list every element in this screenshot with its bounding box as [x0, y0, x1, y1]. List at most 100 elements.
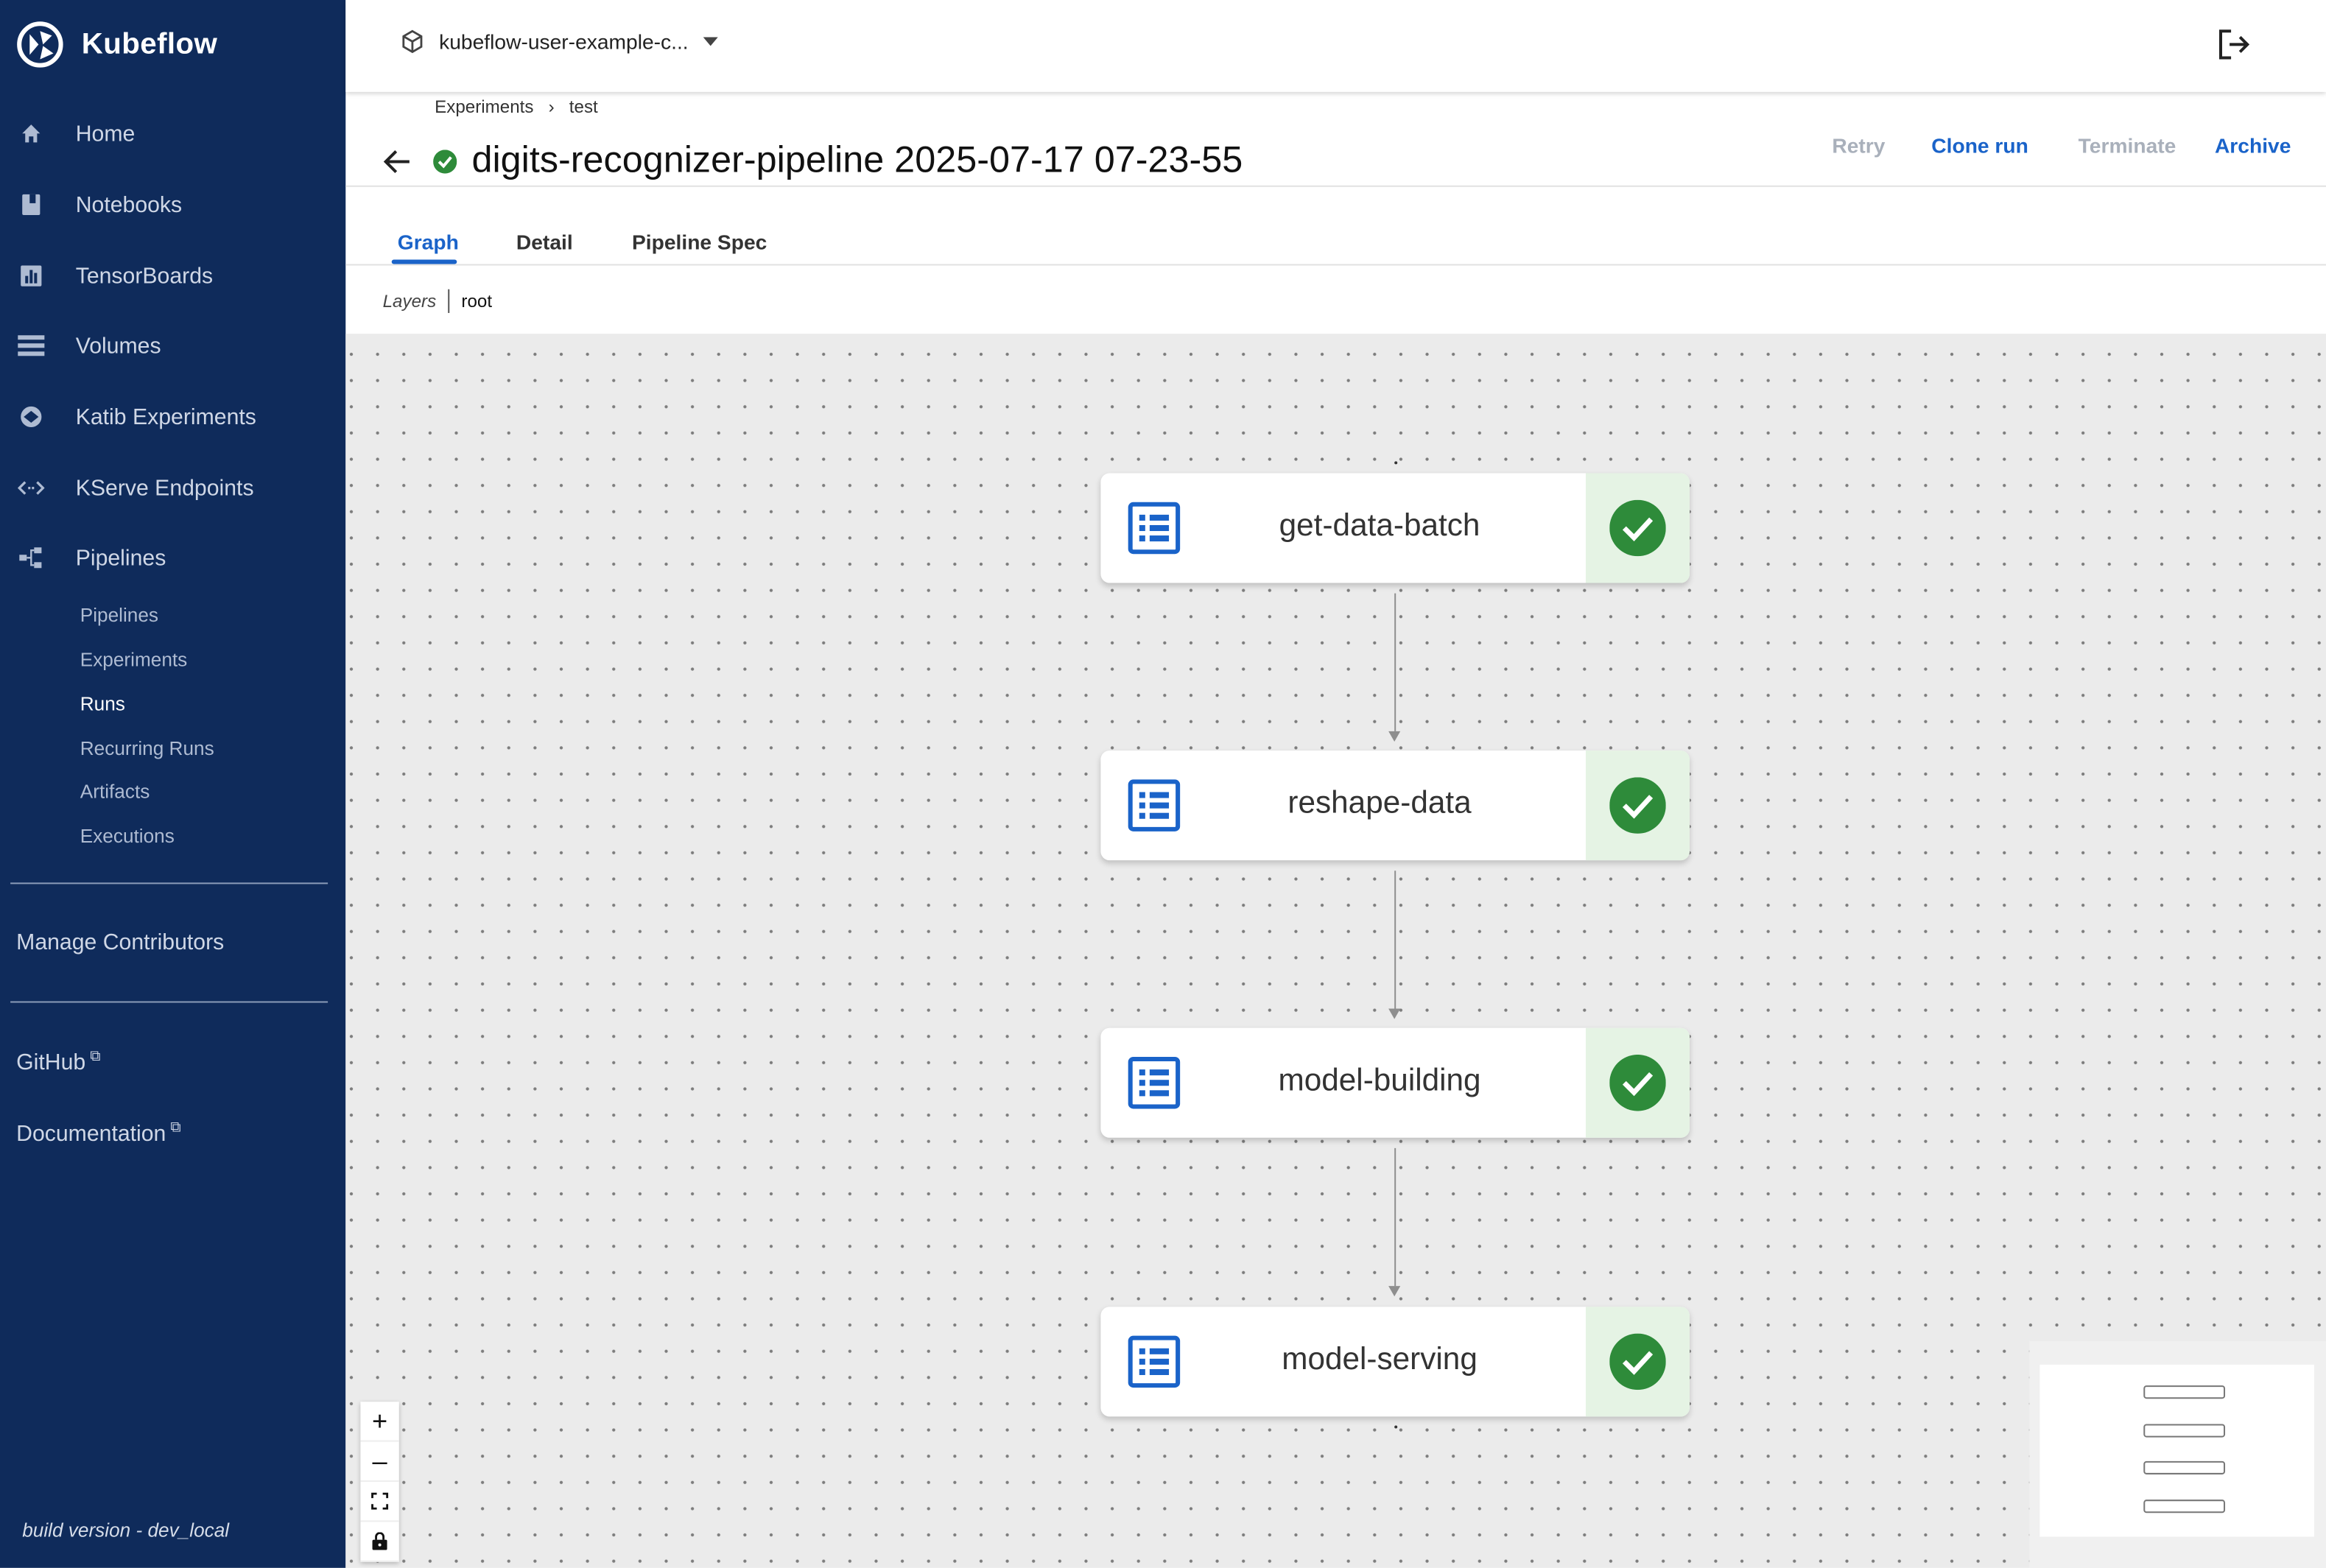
external-link-icon: ⧉ [90, 1048, 101, 1066]
clone-run-button[interactable]: Clone run [1931, 133, 2028, 157]
zoom-controls: + – [360, 1402, 399, 1562]
namespace-cube-icon [402, 29, 423, 54]
brand-name: Kubeflow [81, 27, 218, 60]
breadcrumb-experiments[interactable]: Experiments [435, 96, 533, 117]
tab-detail[interactable]: Detail [516, 230, 573, 253]
minimap-node [2143, 1500, 2226, 1513]
nav-kserve-label: KServe Endpoints [75, 475, 254, 501]
sub-nav-pipelines[interactable]: Pipelines [80, 604, 158, 626]
sidebar-divider [10, 1001, 328, 1003]
sub-nav-recurring-runs[interactable]: Recurring Runs [80, 737, 214, 759]
title-row: digits-recognizer-pipeline 2025-07-17 07… [383, 139, 1243, 182]
success-check-icon [1609, 777, 1666, 834]
node-handle [1394, 1425, 1398, 1429]
edge-arrow-icon [1388, 731, 1401, 742]
nav-home-label: Home [75, 121, 136, 147]
nav-volumes-label: Volumes [75, 333, 161, 359]
lock-icon [372, 1532, 387, 1550]
archive-button[interactable]: Archive [2215, 133, 2291, 157]
zoom-out-button[interactable]: – [360, 1442, 399, 1483]
sub-nav-experiments[interactable]: Experiments [80, 648, 188, 670]
node-status [1585, 1027, 1690, 1138]
fit-view-button[interactable] [360, 1482, 399, 1522]
edge-arrow-icon [1388, 1286, 1401, 1297]
manage-contributors-link[interactable]: Manage Contributors [16, 930, 224, 955]
katib-icon [18, 404, 44, 430]
github-link[interactable]: GitHub ⧉ [16, 1049, 100, 1075]
tab-pipeline-spec[interactable]: Pipeline Spec [632, 230, 767, 253]
nav-katib-label: Katib Experiments [75, 404, 256, 430]
minimap[interactable] [2039, 1364, 2314, 1537]
layers-breadcrumb: Layers root [383, 289, 492, 313]
edge-line [1394, 1147, 1396, 1287]
nav-tensorboards-label: TensorBoards [75, 263, 214, 289]
terminate-button[interactable]: Terminate [2079, 133, 2176, 157]
breadcrumb-test[interactable]: test [569, 96, 598, 117]
pipeline-icon [18, 544, 44, 571]
task-list-icon [1128, 502, 1181, 555]
book-icon [18, 191, 44, 218]
nav-tensorboards[interactable]: TensorBoards [0, 246, 345, 306]
minimap-node [2143, 1460, 2226, 1474]
layer-root[interactable]: root [461, 291, 492, 312]
tab-graph[interactable]: Graph [398, 230, 459, 253]
kubeflow-logo-icon [17, 21, 63, 68]
graph-node-model-serving[interactable]: model-serving [1100, 1307, 1690, 1417]
node-label: model-building [1278, 1064, 1481, 1098]
nav-notebooks[interactable]: Notebooks [0, 175, 345, 235]
success-check-icon [1609, 499, 1666, 557]
namespace-value: kubeflow-user-example-c... [439, 29, 689, 54]
sub-nav-artifacts[interactable]: Artifacts [80, 780, 150, 802]
nav-pipelines[interactable]: Pipelines [0, 528, 345, 588]
task-list-icon [1128, 1335, 1181, 1388]
page-title: digits-recognizer-pipeline 2025-07-17 07… [471, 139, 1243, 181]
nav-volumes[interactable]: Volumes [0, 316, 345, 376]
node-status [1585, 1307, 1690, 1417]
logout-icon[interactable] [2216, 27, 2252, 62]
chevron-down-icon [703, 37, 718, 46]
zoom-in-button[interactable]: + [360, 1402, 399, 1442]
graph-node-model-building[interactable]: model-building [1100, 1027, 1690, 1138]
namespace-selector[interactable]: kubeflow-user-example-c... [401, 29, 718, 54]
success-status-icon [433, 149, 457, 173]
github-label: GitHub [16, 1050, 86, 1076]
lock-button[interactable] [360, 1522, 399, 1562]
node-status [1585, 750, 1690, 861]
home-icon [18, 120, 44, 147]
edge-line [1394, 871, 1396, 1009]
graph-node-get-data-batch[interactable]: get-data-batch [1100, 473, 1690, 583]
edge-line [1394, 593, 1396, 731]
external-link-icon: ⧉ [170, 1119, 181, 1136]
minimap-node [2143, 1424, 2226, 1438]
node-label: model-serving [1282, 1342, 1478, 1377]
nav-pipelines-label: Pipelines [75, 545, 166, 571]
nav-home[interactable]: Home [0, 104, 345, 164]
back-arrow-icon[interactable] [383, 146, 412, 175]
task-list-icon [1128, 779, 1181, 832]
node-handle [1394, 461, 1398, 465]
nav-notebooks-label: Notebooks [75, 191, 183, 218]
bar-chart-icon [18, 262, 44, 289]
top-bar: kubeflow-user-example-c... [345, 0, 2326, 92]
node-label: reshape-data [1287, 786, 1472, 820]
brand[interactable]: Kubeflow [16, 21, 217, 68]
storage-icon [18, 332, 45, 359]
edge-arrow-icon [1388, 1008, 1401, 1019]
nav-kserve-endpoints[interactable]: KServe Endpoints [0, 458, 345, 518]
sub-nav-executions[interactable]: Executions [80, 825, 175, 847]
task-list-icon [1128, 1056, 1181, 1109]
retry-button[interactable]: Retry [1832, 133, 1885, 157]
sub-nav-runs[interactable]: Runs [80, 693, 125, 715]
header-divider [345, 185, 2326, 187]
graph-node-reshape-data[interactable]: reshape-data [1100, 750, 1690, 861]
fit-view-icon [371, 1492, 389, 1510]
success-check-icon [1609, 1333, 1666, 1391]
breadcrumb: Experiments › test [435, 96, 598, 117]
layers-label: Layers [382, 290, 437, 312]
sidebar-divider [10, 882, 328, 885]
documentation-link[interactable]: Documentation ⧉ [16, 1120, 181, 1147]
nav-katib-experiments[interactable]: Katib Experiments [0, 387, 345, 447]
success-check-icon [1609, 1054, 1666, 1111]
build-version: build version - dev_local [22, 1519, 230, 1541]
tabs-divider [345, 264, 2326, 266]
